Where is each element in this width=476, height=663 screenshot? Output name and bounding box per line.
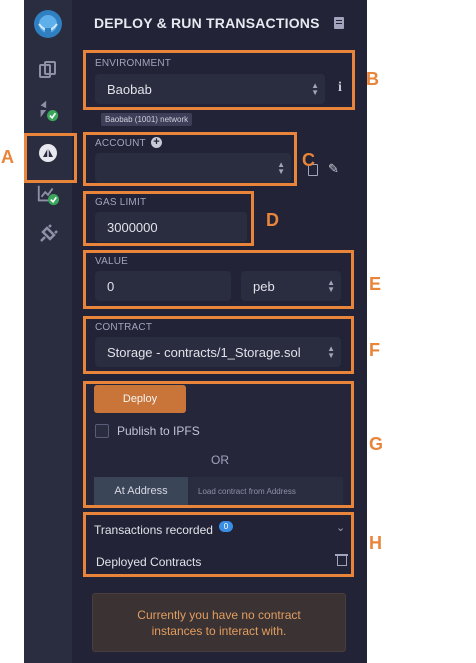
annotation-letter-e: E <box>369 274 382 294</box>
notice-line-2: instances to interact with. <box>151 624 287 638</box>
annotation-letter-h: H <box>369 533 382 553</box>
annotation-box-d <box>83 191 254 246</box>
file-explorer-icon[interactable] <box>36 58 60 82</box>
network-badge: Baobab (1001) network <box>101 113 193 126</box>
solidity-compiler-icon[interactable] <box>36 98 60 122</box>
annotation-letter-d: D <box>266 210 279 230</box>
annotation-box-g <box>83 381 354 508</box>
edit-icon[interactable]: ✎ <box>328 161 339 177</box>
docs-icon[interactable] <box>334 17 344 29</box>
annotation-letter-a: A <box>1 147 14 167</box>
no-instances-notice: Currently you have no contract instances… <box>92 593 346 652</box>
annotation-letter-f: F <box>369 340 380 360</box>
panel-title: DEPLOY & RUN TRANSACTIONS <box>94 15 320 31</box>
notice-line-1: Currently you have no contract <box>137 608 301 622</box>
remix-logo-icon[interactable] <box>32 8 64 40</box>
icon-sidebar <box>24 0 72 663</box>
annotation-box-h <box>83 512 354 577</box>
annotation-box-f <box>83 316 354 374</box>
annotation-box-a <box>24 133 77 183</box>
analytics-icon[interactable] <box>36 182 60 206</box>
annotation-letter-c: C <box>302 150 315 170</box>
annotation-box-e <box>83 250 354 309</box>
annotation-letter-b: B <box>366 69 379 89</box>
annotation-box-b <box>83 50 355 110</box>
annotation-box-c <box>83 132 297 186</box>
plugin-manager-icon[interactable] <box>36 222 60 246</box>
annotation-letter-g: G <box>369 434 384 454</box>
